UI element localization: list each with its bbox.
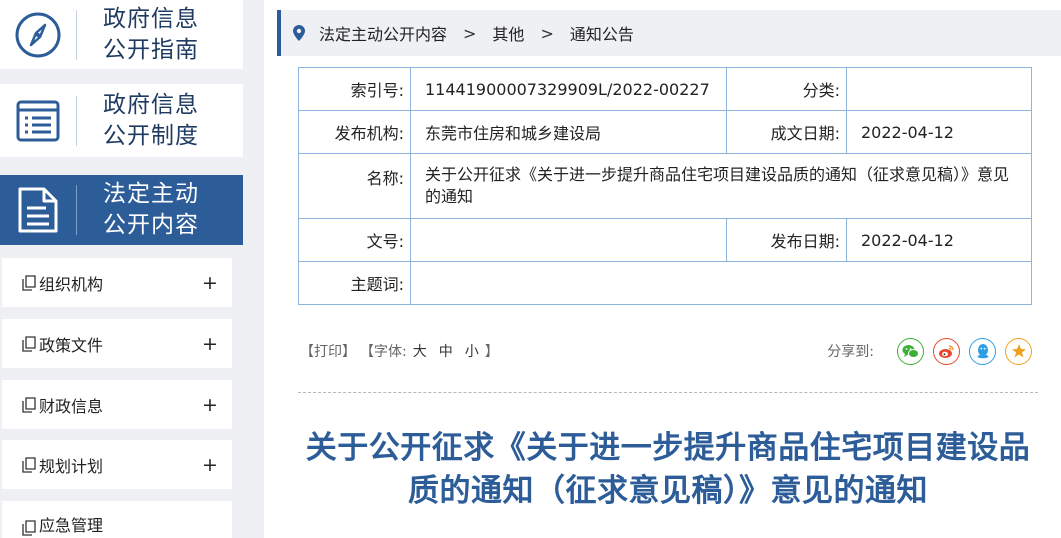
sidebar: 政府信息 公开指南 政府信息 公开制度 法定主动 公开内容 组织机构 + 政策文… [0,0,264,538]
expand-icon[interactable]: + [188,333,232,355]
menu-item-organization[interactable]: 组织机构 + [2,258,232,307]
article-tools: 【打印】 【字体: 大 中 小 】 分享到: [300,337,1032,365]
expand-icon[interactable]: + [188,454,232,476]
file-icon [22,335,36,352]
location-pin-icon [293,25,305,41]
index-label: 索引号: [298,67,411,111]
breadcrumb: 法定主动公开内容 > 其他 > 通知公告 [277,10,1061,56]
card-divider [76,185,77,235]
list-document-icon [0,98,76,144]
menu-item-policy[interactable]: 政策文件 + [2,319,232,368]
name-value: 关于公开征求《关于进一步提升商品住宅项目建设品质的通知（征求意见稿）》意见的通知 [410,153,1032,219]
weibo-icon [939,344,954,358]
font-size-suffix: 】 [484,344,499,360]
compass-icon [0,11,76,59]
font-medium-button[interactable]: 中 [439,341,453,361]
index-value: 11441900007329909L/2022-00227 [410,67,727,111]
nav-card-label: 政府信息 公开制度 [103,91,199,149]
article-title: 关于公开征求《关于进一步提升商品住宅项目建设品质的通知（征求意见稿）》意见的通知 [305,430,1031,509]
publisher-value: 东莞市住房和城乡建设局 [410,110,727,154]
weibo-share-button[interactable] [933,337,960,365]
breadcrumb-item[interactable]: 其他 [492,21,524,45]
qq-icon [977,344,988,359]
file-icon [22,396,36,413]
created-date-label: 成文日期: [726,110,847,154]
file-icon [22,456,36,473]
doc-number-value [410,218,727,262]
nav-card-guide[interactable]: 政府信息 公开指南 [0,0,243,69]
qzone-icon [1011,344,1026,358]
document-icon [0,186,76,234]
qq-share-button[interactable] [969,337,996,365]
qzone-share-button[interactable] [1005,337,1032,365]
breadcrumb-item[interactable]: 通知公告 [570,21,634,45]
file-icon [22,520,36,536]
breadcrumb-separator: > [463,23,477,43]
breadcrumb-item[interactable]: 法定主动公开内容 [319,21,447,45]
file-icon [22,274,36,291]
name-label: 名称: [298,153,411,219]
print-button[interactable]: 【打印】 [300,341,356,361]
menu-item-label: 财政信息 [39,396,104,416]
menu-item-planning[interactable]: 规划计划 + [2,440,232,489]
keywords-value [410,261,1032,305]
created-date-value: 2022-04-12 [846,110,1032,154]
publisher-label: 发布机构: [298,110,411,154]
menu-item-label: 政策文件 [39,335,104,355]
nav-card-system[interactable]: 政府信息 公开制度 [0,84,243,157]
doc-number-label: 文号: [298,218,411,262]
menu-item-finance[interactable]: 财政信息 + [2,380,232,429]
card-divider [76,95,77,146]
published-date-label: 发布日期: [726,218,847,262]
document-meta-table: 索引号: 11441900007329909L/2022-00227 分类: 发… [298,67,1032,305]
font-size-prefix: 【字体: [360,344,407,360]
divider [298,392,1038,393]
expand-icon[interactable]: + [188,272,232,294]
keywords-label: 主题词: [298,261,411,305]
card-divider [76,9,77,60]
menu-item-emergency[interactable]: 应急管理 [2,501,232,538]
menu-item-label: 规划计划 [39,456,104,476]
expand-icon[interactable]: + [188,394,232,416]
breadcrumb-separator: > [540,23,554,43]
category-label: 分类: [726,67,847,111]
menu-item-label: 组织机构 [39,274,104,294]
menu-item-label: 应急管理 [39,516,104,535]
nav-card-label: 政府信息 公开指南 [103,5,199,63]
wechat-share-button[interactable] [897,337,924,365]
share-label: 分享到: [827,344,874,360]
category-value [846,67,1032,111]
font-small-button[interactable]: 小 [465,341,479,361]
wechat-icon [902,344,919,358]
nav-card-statutory[interactable]: 法定主动 公开内容 [0,175,243,245]
published-date-value: 2022-04-12 [846,218,1032,262]
nav-card-label: 法定主动 公开内容 [103,181,199,238]
font-large-button[interactable]: 大 [413,341,427,361]
